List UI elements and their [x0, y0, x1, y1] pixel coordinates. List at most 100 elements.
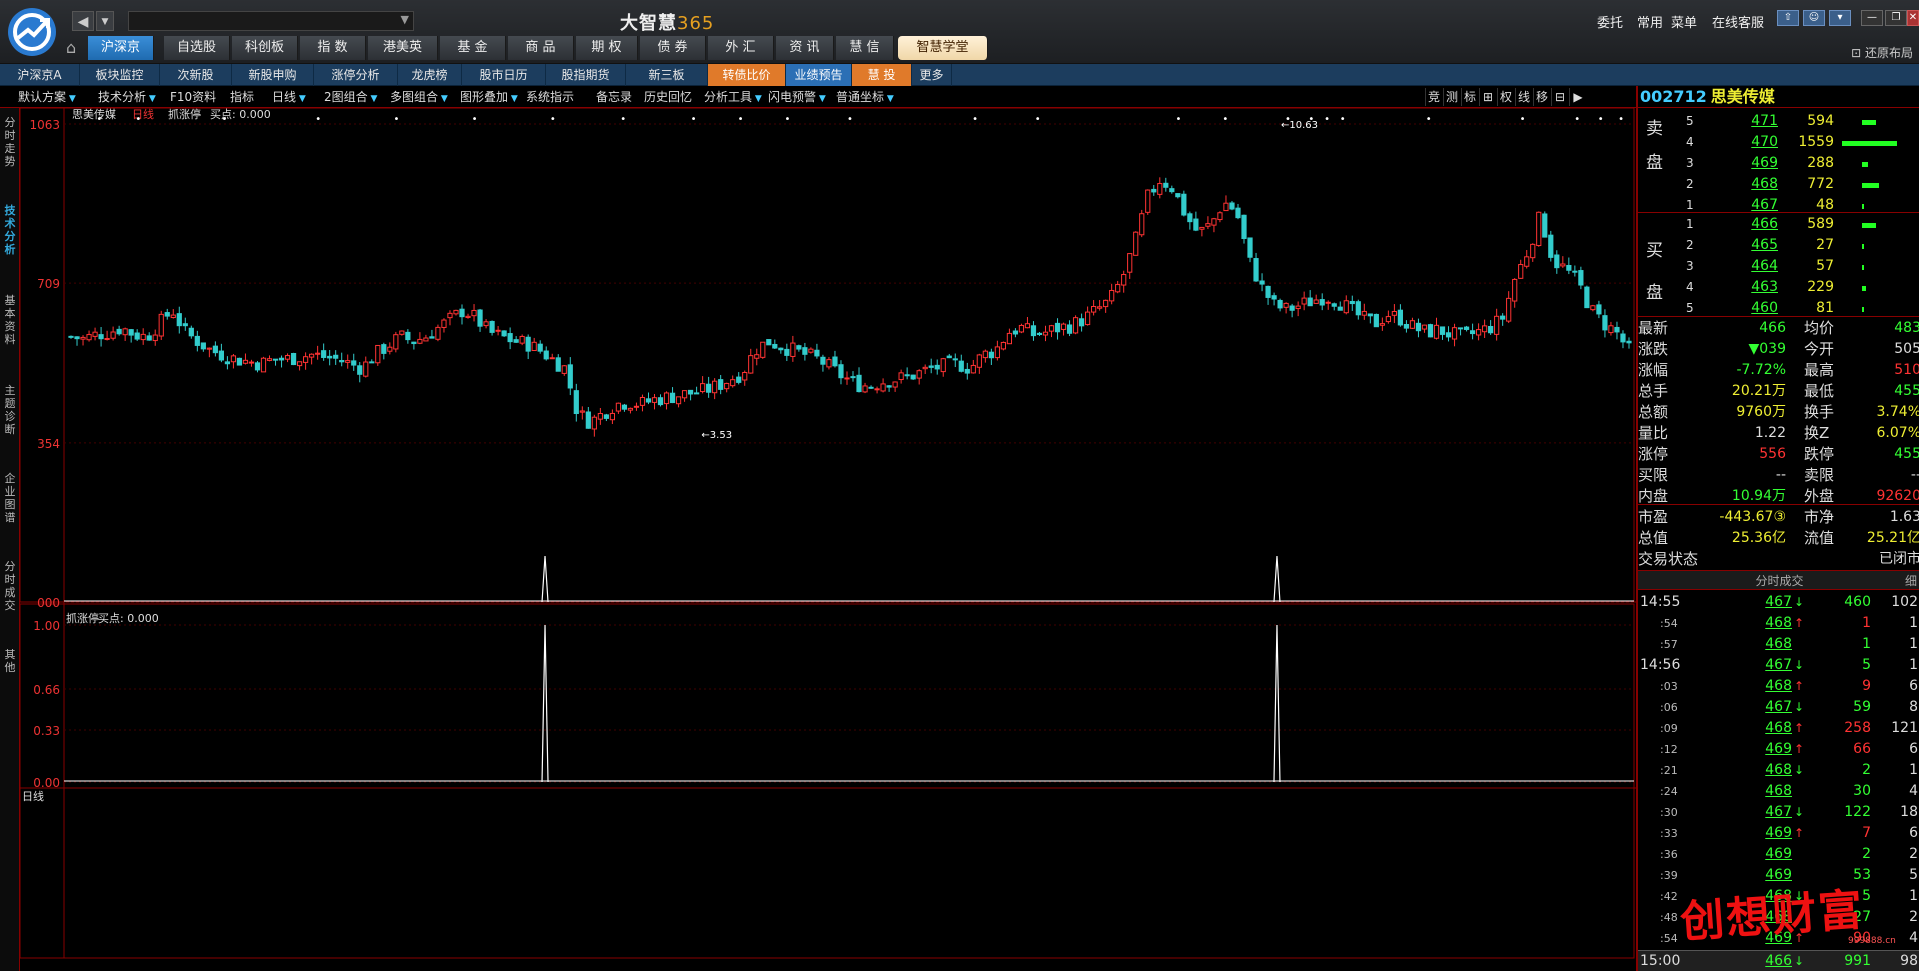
toolbar-icon[interactable]: 标 — [1461, 88, 1478, 106]
toolbar-button[interactable]: 图形叠加 ▼ — [456, 88, 522, 106]
nav-tab[interactable]: 港美英 — [368, 36, 438, 60]
tick-row[interactable]: :09 468 ↑ 258 121 — [1638, 718, 1919, 739]
toolbar-button[interactable]: 普通坐标 ▼ — [832, 88, 898, 106]
kline-chart[interactable]: 1063709354000思美传媒 日线 抓涨停 买点: 0.000• • • • • • • • •… — [20, 108, 1636, 971]
restore-button[interactable]: ❐ — [1885, 10, 1907, 26]
toolbar-icon[interactable]: ⊟ — [1551, 88, 1568, 106]
toolbar-icon[interactable]: 权 — [1497, 88, 1514, 106]
dropdown-triangle-icon[interactable]: ▼ — [368, 94, 378, 104]
toolbar-button[interactable]: 指标 — [226, 88, 258, 106]
tick-row[interactable]: :57 468 1 1 — [1638, 634, 1919, 655]
sub-tab[interactable]: 转债比价 — [708, 64, 786, 86]
tick-row[interactable]: :33 469 ↑ 7 6 — [1638, 823, 1919, 844]
nav-tab[interactable]: 慧 信 — [836, 36, 894, 60]
tick-row[interactable]: :03 468 ↑ 9 6 — [1638, 676, 1919, 697]
nav-tab-academy[interactable]: 智慧学堂 — [898, 36, 988, 60]
dropdown-triangle-icon[interactable]: ▼ — [508, 94, 518, 104]
nav-tab[interactable]: 自选股 — [164, 36, 230, 60]
tick-row[interactable]: 14:56 467 ↓ 5 1 — [1638, 655, 1919, 676]
tick-row[interactable]: :36 469 2 2 — [1638, 844, 1919, 865]
user-icon[interactable]: ☺ — [1803, 10, 1825, 26]
toolbar-icon[interactable]: ▶ — [1569, 88, 1586, 106]
minimize-button[interactable]: — — [1861, 10, 1883, 26]
toolbar-button[interactable]: 日线 ▼ — [268, 88, 310, 106]
sell-row[interactable]: 4 470 1559 — [1686, 132, 1919, 153]
sub-tab[interactable]: 沪深京A — [0, 64, 80, 86]
sell-row[interactable]: 5 471 594 — [1686, 111, 1919, 132]
settings-icon[interactable]: ▾ — [1829, 10, 1851, 26]
top-menu-item[interactable]: 常用 — [1637, 12, 1663, 31]
toolbar-button[interactable]: 备忘录 — [592, 88, 636, 106]
sub-tab[interactable]: 更多 — [912, 64, 952, 86]
dropdown-triangle-icon[interactable]: ▼ — [66, 94, 76, 104]
tick-row[interactable]: :12 469 ↑ 66 6 — [1638, 739, 1919, 760]
side-tab[interactable]: 分时成交 — [2, 560, 18, 612]
nav-tab[interactable]: 债 券 — [640, 36, 706, 60]
side-tab[interactable]: 分时走势 — [2, 116, 18, 168]
buy-row[interactable]: 5 460 81 — [1686, 298, 1919, 319]
toolbar-icon[interactable]: 线 — [1515, 88, 1532, 106]
nav-tab[interactable]: 商 品 — [508, 36, 574, 60]
side-tab[interactable]: 其他 — [2, 648, 18, 674]
history-dropdown-icon[interactable]: ▼ — [96, 11, 114, 31]
sell-row[interactable]: 3 469 288 — [1686, 153, 1919, 174]
sub-tab[interactable]: 涨停分析 — [314, 64, 398, 86]
ticks-detail-toggle[interactable]: 细 — [1905, 571, 1917, 591]
toolbar-icon[interactable]: ⊞ — [1479, 88, 1496, 106]
toolbar-icon[interactable]: 竞 — [1425, 88, 1442, 106]
buy-row[interactable]: 2 465 27 — [1686, 235, 1919, 256]
sub-tab[interactable]: 慧 投 — [852, 64, 912, 86]
toolbar-button[interactable]: 多图组合 ▼ — [386, 88, 452, 106]
sub-tab[interactable]: 次新股 — [160, 64, 232, 86]
buy-row[interactable]: 1 466 589 — [1686, 214, 1919, 235]
dropdown-triangle-icon[interactable]: ▼ — [884, 94, 894, 104]
nav-tab[interactable]: 基 金 — [440, 36, 506, 60]
nav-tab[interactable]: 科创板 — [232, 36, 298, 60]
top-menu-item[interactable]: 委托 — [1597, 12, 1623, 31]
side-tab[interactable]: 技术分析 — [2, 204, 18, 256]
sub-tab[interactable]: 新股申购 — [232, 64, 314, 86]
sub-tab[interactable]: 板块监控 — [80, 64, 160, 86]
side-tab[interactable]: 基本资料 — [2, 294, 18, 346]
nav-tab[interactable]: 期 权 — [576, 36, 638, 60]
top-menu-item[interactable]: 在线客服 — [1712, 12, 1764, 31]
dropdown-triangle-icon[interactable]: ▼ — [438, 94, 448, 104]
sub-tab[interactable]: 新三板 — [626, 64, 708, 86]
back-arrow-icon[interactable]: ◀ — [72, 11, 94, 31]
nav-tab[interactable]: 沪深京 — [88, 36, 154, 60]
tick-row[interactable]: :54 468 ↑ 1 1 — [1638, 613, 1919, 634]
dropdown-triangle-icon[interactable]: ▼ — [752, 94, 762, 104]
buy-row[interactable]: 3 464 57 — [1686, 256, 1919, 277]
sub-tab[interactable]: 股指期货 — [546, 64, 626, 86]
top-menu-item[interactable]: 菜单 — [1671, 12, 1697, 31]
tick-row[interactable]: 14:55 467 ↓ 460 102 — [1638, 592, 1919, 613]
toolbar-button[interactable]: 分析工具 ▼ — [700, 88, 766, 106]
tick-row[interactable]: :21 468 ↓ 2 1 — [1638, 760, 1919, 781]
dropdown-triangle-icon[interactable]: ▼ — [816, 94, 826, 104]
sub-tab[interactable]: 股市日历 — [462, 64, 546, 86]
tick-row[interactable]: :24 468 30 4 — [1638, 781, 1919, 802]
tick-row[interactable]: :06 467 ↓ 59 8 — [1638, 697, 1919, 718]
side-tab[interactable]: 主题诊断 — [2, 384, 18, 436]
toolbar-icon[interactable]: 移 — [1533, 88, 1550, 106]
sell-row[interactable]: 1 467 48 — [1686, 195, 1919, 216]
toolbar-button[interactable]: 默认方案 ▼ — [14, 88, 80, 106]
restore-layout-link[interactable]: ⊡ 还原布局 — [1851, 44, 1913, 61]
side-tab[interactable]: 企业图谱 — [2, 472, 18, 524]
nav-tab[interactable]: 外 汇 — [708, 36, 774, 60]
dropdown-triangle-icon[interactable]: ▼ — [296, 94, 306, 104]
close-button[interactable]: ✕ — [1907, 10, 1919, 26]
buy-row[interactable]: 4 463 229 — [1686, 277, 1919, 298]
toolbar-button[interactable]: 技术分析 ▼ — [94, 88, 160, 106]
toolbar-button[interactable]: 系统指示 — [522, 88, 578, 106]
nav-tab[interactable]: 指 数 — [300, 36, 366, 60]
toolbar-button[interactable]: 2图组合 ▼ — [320, 88, 381, 106]
tick-row[interactable]: :30 467 ↓ 122 18 — [1638, 802, 1919, 823]
sell-row[interactable]: 2 468 772 — [1686, 174, 1919, 195]
toolbar-icon[interactable]: 测 — [1443, 88, 1460, 106]
dropdown-triangle-icon[interactable]: ▼ — [146, 94, 156, 104]
toolbar-button[interactable]: 闪电预警 ▼ — [764, 88, 830, 106]
address-input[interactable]: ▼ — [128, 11, 414, 31]
chevron-down-icon[interactable]: ▼ — [401, 13, 409, 26]
sub-tab[interactable]: 业绩预告 — [786, 64, 852, 86]
